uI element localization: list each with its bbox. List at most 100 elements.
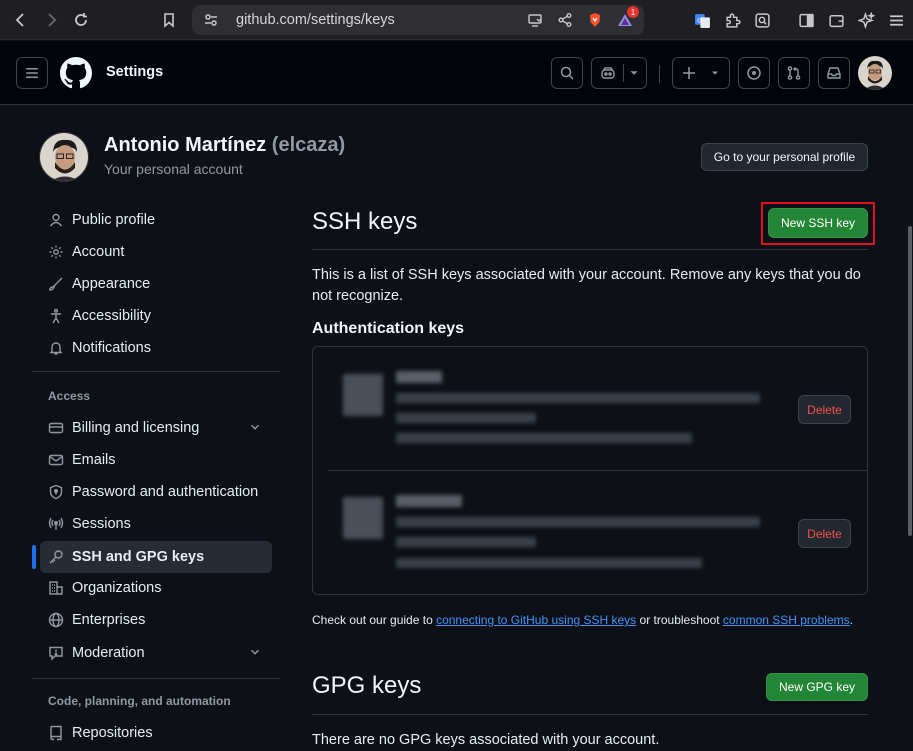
redacted-key-added <box>396 413 536 423</box>
leo-ai-icon[interactable] <box>854 7 878 33</box>
create-new-button[interactable] <box>672 57 730 89</box>
inbox-button[interactable] <box>818 57 850 89</box>
chevron-down-icon[interactable] <box>248 645 262 663</box>
person-icon <box>48 212 64 228</box>
extensions-puzzle-icon[interactable] <box>720 7 744 33</box>
mail-icon <box>48 452 64 468</box>
scrollbar-thumb[interactable] <box>908 226 912 536</box>
globe-icon <box>48 612 64 628</box>
issues-button[interactable] <box>738 57 770 89</box>
delete-key-button[interactable]: Delete <box>798 519 851 548</box>
accessibility-icon <box>48 308 64 324</box>
gpg-keys-heading: GPG keys <box>312 672 422 699</box>
row-divider <box>772 470 867 471</box>
github-logo-icon[interactable] <box>60 57 92 89</box>
redacted-key-last-used <box>396 433 692 443</box>
common-ssh-problems-link[interactable]: common SSH problems <box>723 613 850 627</box>
extensions-area: G <box>690 7 908 33</box>
brave-shields-icon[interactable] <box>584 9 606 31</box>
url-text[interactable]: github.com/settings/keys <box>236 12 516 28</box>
pull-request-icon <box>787 66 801 80</box>
paintbrush-icon <box>48 276 64 292</box>
page-scrollbar[interactable] <box>907 106 913 750</box>
search-extension-icon[interactable] <box>750 7 774 33</box>
address-bar[interactable]: github.com/settings/keys 1 <box>192 5 644 35</box>
ssh-keys-heading: SSH keys <box>312 208 418 235</box>
sidebar-item-emails[interactable]: Emails <box>40 444 272 476</box>
svg-text:G: G <box>697 17 702 24</box>
hamburger-menu-button[interactable] <box>16 57 48 89</box>
new-gpg-key-button[interactable]: New GPG key <box>766 673 868 701</box>
redacted-key-fingerprint <box>396 393 760 403</box>
sidebar-item-organizations[interactable]: Organizations <box>40 572 272 604</box>
share-icon[interactable] <box>554 9 576 31</box>
active-indicator <box>32 545 36 569</box>
sidebar-item-moderation[interactable]: Moderation <box>40 637 272 669</box>
reload-button[interactable] <box>68 7 94 33</box>
sidebar-divider <box>32 371 280 372</box>
sidebar-item-password[interactable]: Password and authentication <box>40 476 272 508</box>
sidebar-toggle-icon[interactable] <box>794 7 818 33</box>
key-icon <box>48 549 64 565</box>
search-button[interactable] <box>551 57 583 89</box>
sidebar-item-label: SSH and GPG keys <box>72 549 205 565</box>
sidebar-item-public-profile[interactable]: Public profile <box>40 204 272 236</box>
gear-icon <box>48 244 64 260</box>
sidebar-item-label: Accessibility <box>72 308 151 324</box>
redacted-key-fingerprint <box>396 517 760 527</box>
translate-extension-icon[interactable]: G <box>690 7 714 33</box>
back-button[interactable] <box>8 7 34 33</box>
site-settings-icon[interactable] <box>200 9 222 31</box>
authentication-keys-heading: Authentication keys <box>312 320 465 337</box>
sidebar-item-ssh-gpg-keys[interactable]: SSH and GPG keys <box>40 541 272 573</box>
broadcast-icon <box>48 516 64 532</box>
sidebar-item-enterprises[interactable]: Enterprises <box>40 604 272 636</box>
user-avatar-button[interactable] <box>858 56 892 90</box>
ext-separator <box>780 7 788 33</box>
go-to-profile-button[interactable]: Go to your personal profile <box>701 143 868 171</box>
sidebar-item-label: Sessions <box>72 516 131 532</box>
guide-prefix: Check out our guide to <box>312 613 437 627</box>
copilot-button[interactable] <box>591 57 647 89</box>
profile-full-name[interactable]: Antonio Martínez <box>104 134 266 156</box>
sidebar-item-sessions[interactable]: Sessions <box>40 508 272 540</box>
page-title[interactable]: Settings <box>106 64 163 80</box>
key-icon <box>343 374 383 416</box>
sidebar-item-repositories[interactable]: Repositories <box>40 717 272 749</box>
connecting-ssh-guide-link[interactable]: connecting to GitHub using SSH keys <box>436 613 636 627</box>
browser-menu-icon[interactable] <box>884 7 908 33</box>
highlight-annotation <box>761 202 875 245</box>
key-icon <box>343 497 383 539</box>
install-app-icon[interactable] <box>524 9 546 31</box>
sidebar-item-label: Enterprises <box>72 612 146 628</box>
brave-rewards-icon[interactable]: 1 <box>614 6 639 31</box>
sidebar-item-label: Notifications <box>72 340 151 356</box>
delete-key-button[interactable]: Delete <box>798 395 851 424</box>
guide-suffix: . <box>849 613 853 627</box>
forward-button[interactable] <box>38 7 64 33</box>
sidebar-item-accessibility[interactable]: Accessibility <box>40 300 272 332</box>
bookmark-icon[interactable] <box>156 7 182 33</box>
section-divider <box>312 714 868 715</box>
profile-avatar <box>39 132 89 182</box>
profile-handle[interactable]: (elcaza) <box>272 134 345 156</box>
profile-name: Antonio Martínez (elcaza) <box>104 134 345 157</box>
chevron-down-icon[interactable] <box>627 65 641 81</box>
wallet-icon[interactable] <box>824 7 848 33</box>
sidebar-item-appearance[interactable]: Appearance <box>40 268 272 300</box>
row-divider <box>328 470 772 471</box>
ssh-keys-list: Delete Delete <box>312 346 868 595</box>
sidebar-item-notifications[interactable]: Notifications <box>40 332 272 364</box>
chevron-down-icon[interactable] <box>248 420 262 438</box>
bell-icon <box>48 340 64 356</box>
guide-middle: or troubleshoot <box>636 613 723 627</box>
sidebar-item-label: Password and authentication <box>72 484 259 500</box>
sidebar-item-account[interactable]: Account <box>40 236 272 268</box>
sidebar-item-billing[interactable]: Billing and licensing <box>40 412 272 444</box>
issue-icon <box>747 66 761 80</box>
sidebar-section-access: Access <box>48 389 91 403</box>
pull-requests-button[interactable] <box>778 57 810 89</box>
sidebar-item-label: Account <box>72 244 125 260</box>
sidebar-item-label: Emails <box>72 452 116 468</box>
ssh-guide-text: Check out our guide to connecting to Git… <box>312 613 853 627</box>
